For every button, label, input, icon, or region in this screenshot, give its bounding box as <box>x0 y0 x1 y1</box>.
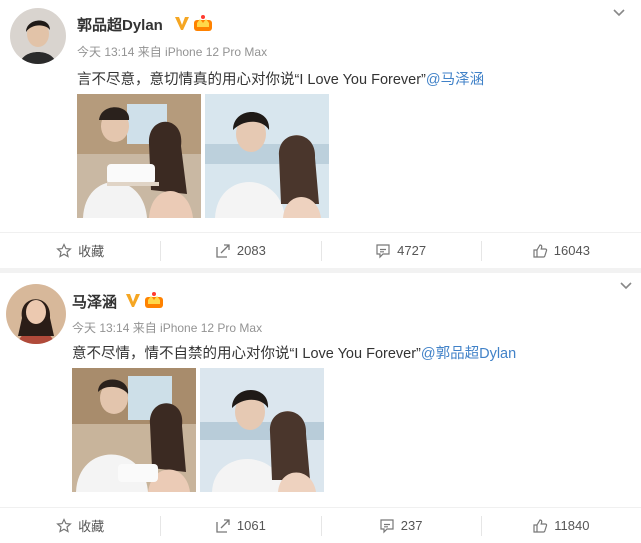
post-meta: 今天 13:14 来自 iPhone 12 Pro Max <box>77 45 268 59</box>
star-icon <box>56 242 72 258</box>
username[interactable]: 郭品超Dylan <box>77 14 163 35</box>
like-count: 11840 <box>554 518 590 533</box>
comment-icon <box>376 243 390 258</box>
comment-count: 4727 <box>397 243 427 258</box>
post-image-2[interactable] <box>205 94 329 218</box>
favorite-label: 收藏 <box>78 244 105 259</box>
comment-button[interactable]: 4727 <box>320 233 481 268</box>
star-icon <box>56 517 72 533</box>
repost-icon <box>216 518 230 533</box>
verified-badge-icon <box>126 294 140 307</box>
post-body: 言不尽意，意切情真的用心对你说“I Love You Forever” <box>77 72 426 88</box>
repost-count: 2083 <box>236 243 266 258</box>
verified-badge-icon <box>175 17 189 30</box>
badges <box>125 291 164 309</box>
mention-link[interactable]: @郭品超Dylan <box>421 346 516 362</box>
chevron-down-icon[interactable] <box>612 8 626 18</box>
post-body: 意不尽情，情不自禁的用心对你说“I Love You Forever” <box>72 346 421 362</box>
repost-icon <box>216 243 230 258</box>
weibo-post-1: 郭品超Dylan 今天 13:14 来自 iPhone 12 Pro Max 言… <box>0 0 641 270</box>
vip-crown-icon[interactable] <box>193 14 213 32</box>
mention-link[interactable]: @马泽涵 <box>426 72 484 88</box>
repost-button[interactable]: 1061 <box>160 508 320 543</box>
post-image-2[interactable] <box>200 368 324 492</box>
repost-button[interactable]: 2083 <box>160 233 320 268</box>
weibo-post-2: 马泽涵 今天 13:14 来自 iPhone 12 Pro Max 意不尽情，情… <box>0 273 641 543</box>
comment-icon <box>380 518 394 533</box>
post-text: 言不尽意，意切情真的用心对你说“I Love You Forever”@马泽涵 <box>77 68 484 89</box>
post-text: 意不尽情，情不自禁的用心对你说“I Love You Forever”@郭品超D… <box>72 342 516 363</box>
badges <box>174 14 213 32</box>
comment-button[interactable]: 237 <box>320 508 481 543</box>
action-bar: 收藏 1061 237 11840 <box>0 507 641 543</box>
favorite-button[interactable]: 收藏 <box>0 233 160 268</box>
post-meta: 今天 13:14 来自 iPhone 12 Pro Max <box>72 321 263 335</box>
post-image-1[interactable] <box>72 368 196 492</box>
action-bar: 收藏 2083 4727 16043 <box>0 232 641 268</box>
repost-count: 1061 <box>236 518 266 533</box>
like-button[interactable]: 16043 <box>480 233 641 268</box>
like-icon <box>533 518 548 533</box>
like-button[interactable]: 11840 <box>480 508 641 543</box>
post-image-1[interactable] <box>77 94 201 218</box>
like-icon <box>533 243 547 258</box>
chevron-down-icon[interactable] <box>619 281 633 291</box>
favorite-button[interactable]: 收藏 <box>0 508 160 543</box>
like-count: 16043 <box>553 243 590 258</box>
comment-count: 237 <box>400 518 423 533</box>
avatar[interactable] <box>10 8 66 64</box>
avatar[interactable] <box>6 284 66 344</box>
vip-crown-icon[interactable] <box>144 291 164 309</box>
favorite-label: 收藏 <box>78 519 105 534</box>
username[interactable]: 马泽涵 <box>72 291 117 312</box>
